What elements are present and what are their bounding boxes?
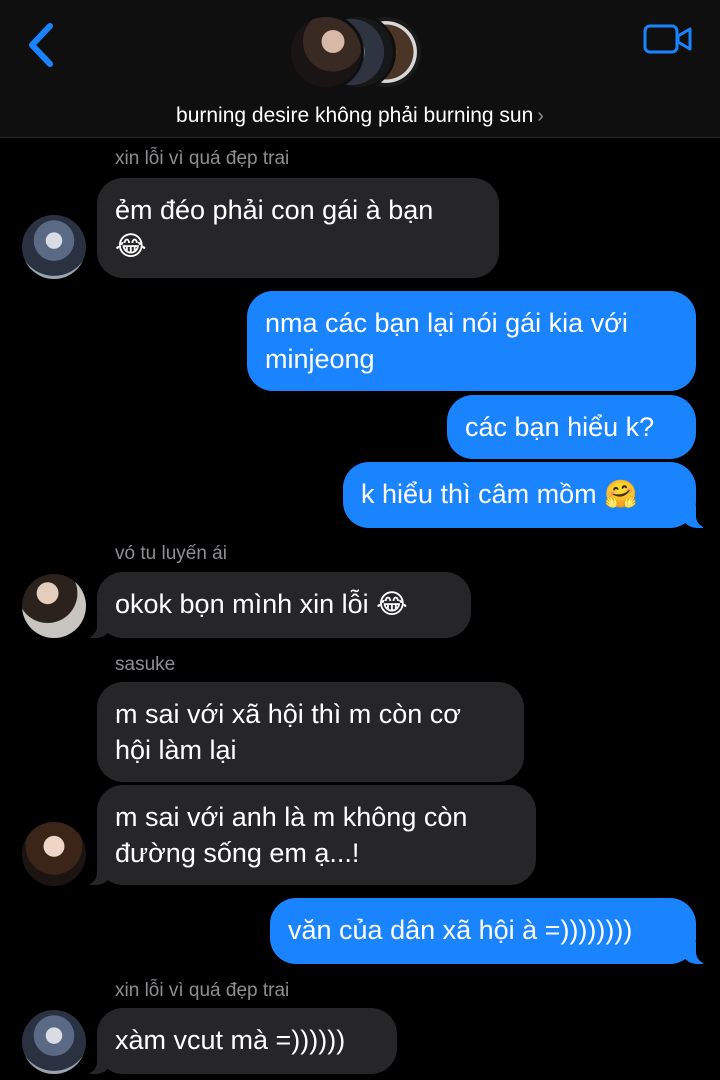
chat-header: burning desire không phải burning sun ›	[0, 0, 720, 138]
chevron-right-icon: ›	[537, 105, 544, 127]
message-bubble-incoming[interactable]: ẻm đéo phải con gái à bạn 😂	[97, 178, 499, 278]
message-bubble-outgoing[interactable]: k hiểu thì câm mồm 🤗	[343, 462, 714, 528]
message-text: okok bọn mình xin lỗi 😂	[115, 589, 408, 619]
message-bubble-outgoing[interactable]: nma các bạn lại nói gái kia với minjeong	[247, 291, 696, 391]
video-camera-icon	[643, 24, 692, 54]
avatar[interactable]	[22, 822, 86, 886]
message-bubble-outgoing[interactable]: văn của dân xã hội à =))))))))	[270, 898, 714, 964]
message-bubble-incoming[interactable]: okok bọn mình xin lỗi 😂	[79, 572, 471, 638]
video-call-button[interactable]	[642, 20, 694, 60]
chat-title[interactable]: burning desire không phải burning sun ›	[0, 104, 720, 128]
message-bubble-incoming[interactable]: xàm vcut mà =))))))	[79, 1008, 397, 1074]
message-bubble-incoming[interactable]: m sai với anh là m không còn đường sống …	[79, 785, 536, 885]
message-text: xàm vcut mà =))))))	[115, 1025, 346, 1055]
group-avatar	[288, 14, 364, 90]
message-bubble-outgoing[interactable]: các bạn hiểu k?	[447, 395, 696, 459]
sender-name: xin lỗi vì quá đẹp trai	[115, 980, 290, 1001]
message-text: m sai với xã hội thì m còn cơ hội làm lạ…	[115, 699, 462, 765]
message-text: k hiểu thì câm mồm 🤗	[361, 479, 638, 509]
chat-title-text: burning desire không phải burning sun	[176, 104, 534, 127]
back-button[interactable]	[22, 22, 62, 68]
group-avatar-stack[interactable]	[288, 14, 432, 94]
avatar[interactable]	[22, 215, 86, 279]
sender-name: sasuke	[115, 654, 176, 675]
message-text: ẻm đéo phải con gái à bạn 😂	[115, 195, 434, 261]
message-text: văn của dân xã hội à =))))))))	[288, 915, 633, 945]
message-text: nma các bạn lại nói gái kia với minjeong	[265, 308, 628, 374]
sender-name: xin lỗi vì quá đẹp trai	[115, 148, 290, 169]
avatar[interactable]	[22, 1010, 86, 1074]
message-text: các bạn hiểu k?	[465, 412, 655, 442]
sender-name: vó tu luyến ái	[115, 543, 227, 564]
message-text: m sai với anh là m không còn đường sống …	[115, 802, 468, 868]
message-bubble-incoming[interactable]: m sai với xã hội thì m còn cơ hội làm lạ…	[97, 682, 524, 782]
avatar[interactable]	[22, 574, 86, 638]
chevron-left-icon	[29, 23, 53, 67]
